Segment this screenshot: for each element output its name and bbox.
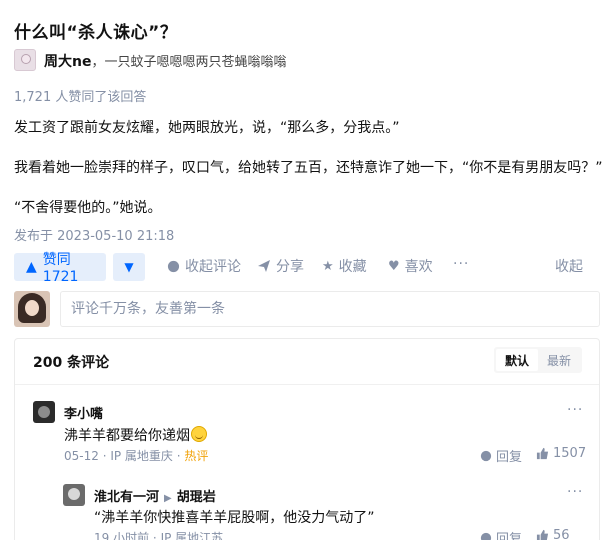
vote-summary: 1,721 人赞同了该回答 bbox=[14, 90, 147, 105]
comment-more-button[interactable]: ··· bbox=[567, 402, 583, 418]
comment-location: IP 属地江苏 bbox=[160, 531, 224, 540]
collapse-comments-label: 收起评论 bbox=[185, 259, 241, 275]
like-label: 喜欢 bbox=[404, 259, 433, 275]
more-button[interactable]: ··· bbox=[453, 256, 469, 272]
comment-text-content: 沸羊羊都要给你递烟 bbox=[64, 428, 190, 444]
comment-reply-button[interactable]: 回复 bbox=[480, 528, 522, 540]
comment-author[interactable]: 淮北有一河 bbox=[94, 490, 159, 505]
triangle-up-icon: ▲ bbox=[26, 259, 37, 275]
vote-up-button[interactable]: ▲ 赞同 1721 bbox=[14, 252, 106, 285]
sort-newest-button[interactable]: 最新 bbox=[538, 349, 580, 371]
question-title[interactable]: 什么叫“杀人诛心”？ bbox=[14, 18, 177, 43]
author-line: 周大ne，一只蚊子嗯嗯嗯两只苍蝇嗡嗡嗡 bbox=[44, 51, 286, 71]
triangle-down-icon: ▼ bbox=[124, 260, 134, 274]
reply-to-author[interactable]: 胡琨岩 bbox=[177, 490, 216, 505]
fold-answer-button[interactable]: 收起 bbox=[555, 256, 583, 276]
comment-meta: 05-12 · IP 属地重庆 · 热评 bbox=[64, 449, 209, 463]
comment-date: 05-12 bbox=[64, 449, 99, 463]
answer-paragraph: 发工资了跟前女友炫耀，她两眼放光，说，“那么多，分我点。” bbox=[14, 120, 400, 136]
heart-icon: ♥ bbox=[388, 258, 400, 274]
comment-location: IP 属地重庆 bbox=[110, 449, 173, 463]
collect-label: 收藏 bbox=[338, 259, 367, 275]
grin-emoji-icon bbox=[191, 426, 207, 442]
thumbs-up-icon bbox=[536, 447, 549, 460]
comment-like-count: 56 bbox=[553, 528, 570, 540]
comment-author[interactable]: 李小嘴 bbox=[64, 403, 103, 422]
comments-count: 200 条评论 bbox=[33, 355, 110, 371]
sort-default-button[interactable]: 默认 bbox=[496, 349, 538, 371]
comment-avatar[interactable] bbox=[33, 401, 55, 423]
comment-avatar[interactable] bbox=[63, 484, 85, 506]
comment-text: 沸羊羊都要给你递烟 bbox=[64, 425, 207, 445]
comment-date: 19 小时前 bbox=[94, 531, 150, 540]
current-user-avatar bbox=[14, 291, 50, 327]
vote-down-button[interactable]: ▼ bbox=[113, 253, 145, 281]
collect-button[interactable]: ★ 收藏 bbox=[322, 256, 367, 276]
answer-paragraph: “不舍得要他的。”她说。 bbox=[14, 200, 162, 216]
comment-author-line: 淮北有一河 ▶ 胡琨岩 bbox=[94, 486, 216, 505]
author-name[interactable]: 周大ne bbox=[44, 54, 91, 70]
comment-like-button[interactable]: 1507 bbox=[536, 446, 586, 461]
comment-like-count: 1507 bbox=[553, 446, 587, 461]
author-avatar[interactable] bbox=[14, 49, 36, 71]
comment-text: “沸羊羊你快推喜羊羊屁股啊，他没力气动了” bbox=[94, 510, 375, 526]
speech-bubble-icon bbox=[167, 260, 180, 272]
answer-paragraph: 我看着她一脸崇拜的样子，叹口气，给她转了五百，还特意诈了她一下，“你不是有男朋友… bbox=[14, 160, 603, 176]
thumbs-up-icon bbox=[536, 529, 549, 540]
share-button[interactable]: 分享 bbox=[257, 256, 304, 276]
share-label: 分享 bbox=[276, 259, 304, 275]
divider bbox=[15, 384, 599, 385]
like-button[interactable]: ♥ 喜欢 bbox=[388, 256, 433, 276]
star-icon: ★ bbox=[322, 258, 334, 274]
author-bio: ，一只蚊子嗯嗯嗯两只苍蝇嗡嗡嗡 bbox=[91, 55, 287, 70]
comment-like-button[interactable]: 56 bbox=[536, 528, 570, 540]
reply-arrow-icon: ▶ bbox=[164, 493, 172, 504]
comment-input[interactable] bbox=[60, 291, 600, 327]
speech-bubble-icon bbox=[480, 450, 492, 461]
vote-up-label: 赞同 1721 bbox=[42, 252, 79, 285]
collapse-comments-button[interactable]: 收起评论 bbox=[167, 256, 241, 276]
hot-comment-badge: 热评 bbox=[184, 449, 209, 463]
comment-more-button[interactable]: ··· bbox=[567, 484, 583, 500]
comment-reply-button[interactable]: 回复 bbox=[480, 446, 522, 465]
publish-time[interactable]: 发布于 2023-05-10 21:18 bbox=[14, 225, 174, 244]
comment-meta: 19 小时前 · IP 属地江苏 bbox=[94, 529, 223, 540]
comment-sort-toggle: 默认 最新 bbox=[494, 347, 582, 373]
reply-label: 回复 bbox=[496, 532, 523, 540]
reply-label: 回复 bbox=[496, 450, 523, 465]
speech-bubble-icon bbox=[480, 532, 492, 540]
paper-plane-icon bbox=[258, 260, 270, 272]
